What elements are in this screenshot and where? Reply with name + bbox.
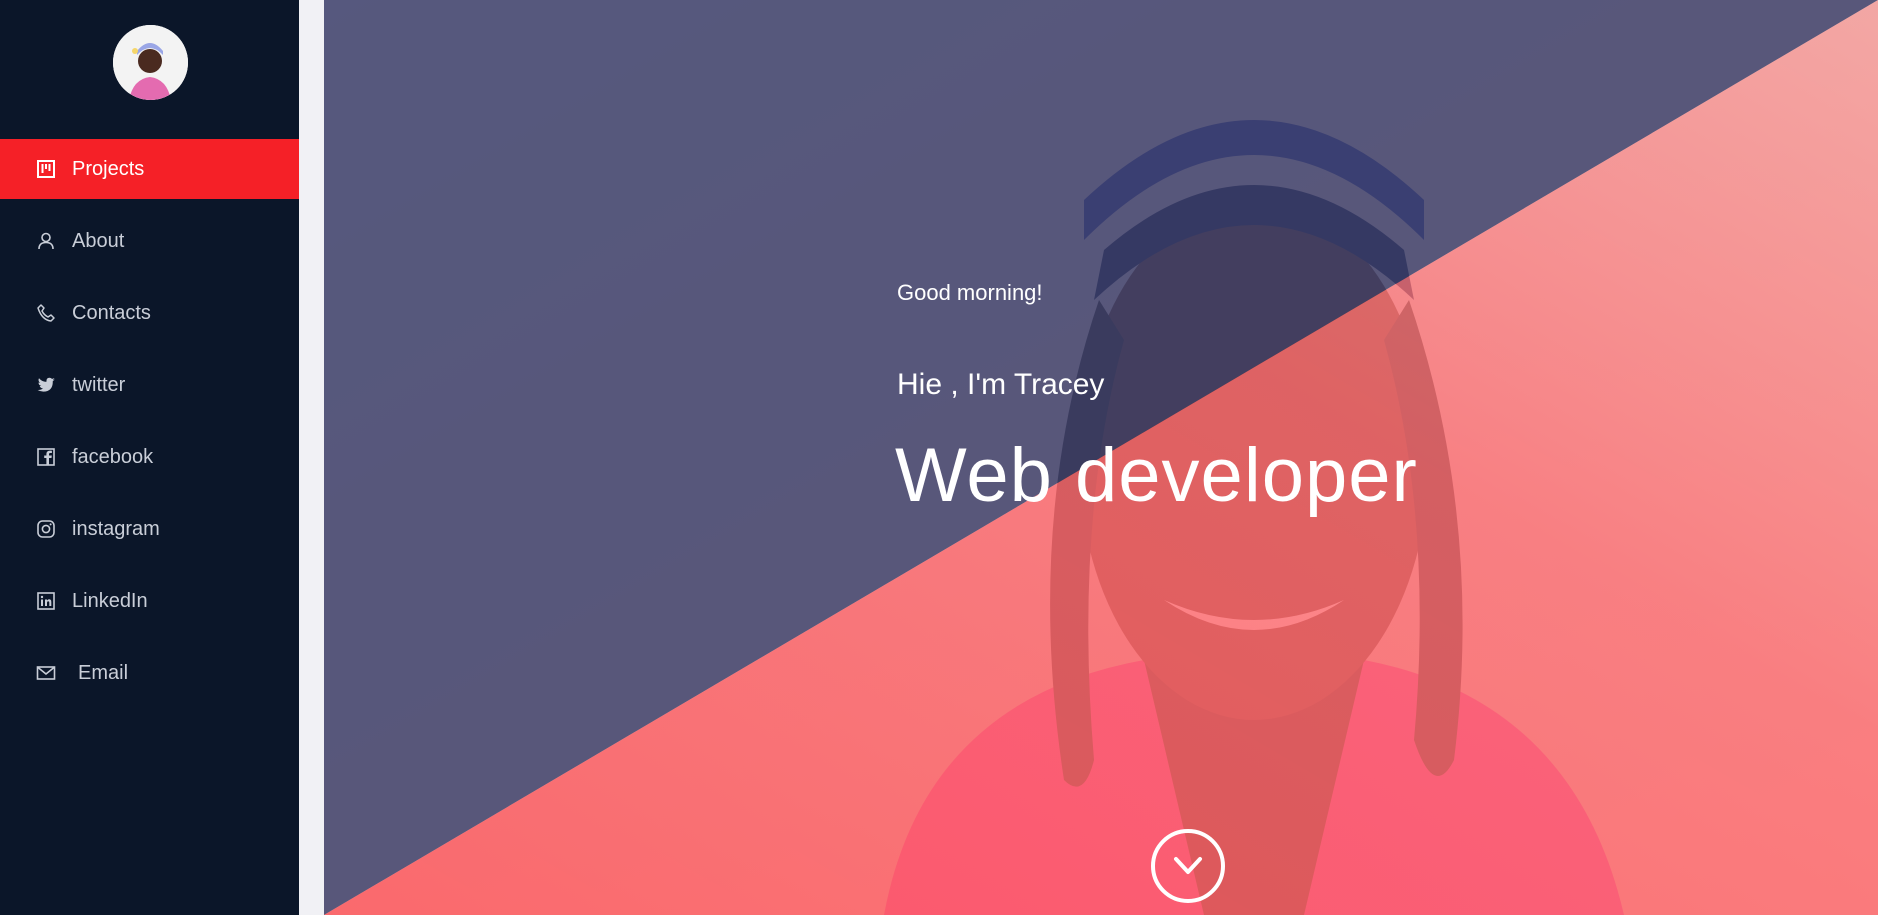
- sidebar-item-label: instagram: [72, 517, 160, 540]
- role-heading: Web developer: [895, 433, 1418, 518]
- sidebar-item-about[interactable]: About: [0, 211, 299, 271]
- avatar-image: [113, 25, 188, 100]
- twitter-icon: [36, 375, 56, 395]
- sidebar-item-email[interactable]: Email: [0, 643, 299, 703]
- sidebar-item-label: LinkedIn: [72, 589, 148, 612]
- sidebar-item-projects[interactable]: Projects: [0, 139, 299, 199]
- sidebar-item-twitter[interactable]: twitter: [0, 355, 299, 415]
- facebook-icon: [36, 447, 56, 467]
- phone-icon: [36, 303, 56, 323]
- intro-text: Hie , I'm Tracey: [897, 368, 1105, 401]
- avatar[interactable]: [113, 25, 188, 100]
- sidebar-item-instagram[interactable]: instagram: [0, 499, 299, 559]
- sidebar-item-label: facebook: [72, 445, 154, 468]
- hero-section: Good morning! Hie , I'm Tracey Web devel…: [324, 0, 1878, 915]
- sidebar: Projects About Contacts twitter facebook: [0, 0, 299, 915]
- sidebar-item-linkedin[interactable]: LinkedIn: [0, 571, 299, 631]
- sidebar-item-label: Contacts: [72, 301, 151, 324]
- instagram-icon: [36, 519, 56, 539]
- mail-icon: [36, 663, 56, 683]
- sidebar-item-label: Email: [78, 661, 129, 684]
- sidebar-nav: Projects About Contacts twitter facebook: [0, 139, 299, 715]
- sidebar-item-contacts[interactable]: Contacts: [0, 283, 299, 343]
- linkedin-icon: [36, 591, 56, 611]
- sidebar-item-label: Projects: [72, 157, 145, 180]
- greeting-text: Good morning!: [897, 280, 1043, 305]
- sidebar-gutter: [299, 0, 324, 915]
- sidebar-item-label: twitter: [72, 373, 126, 396]
- chevron-down-icon: [1174, 857, 1202, 874]
- user-icon: [36, 231, 56, 251]
- sidebar-item-facebook[interactable]: facebook: [0, 427, 299, 487]
- sidebar-item-label: About: [72, 229, 125, 252]
- board-icon: [36, 159, 56, 179]
- scroll-down-button[interactable]: [1151, 829, 1225, 903]
